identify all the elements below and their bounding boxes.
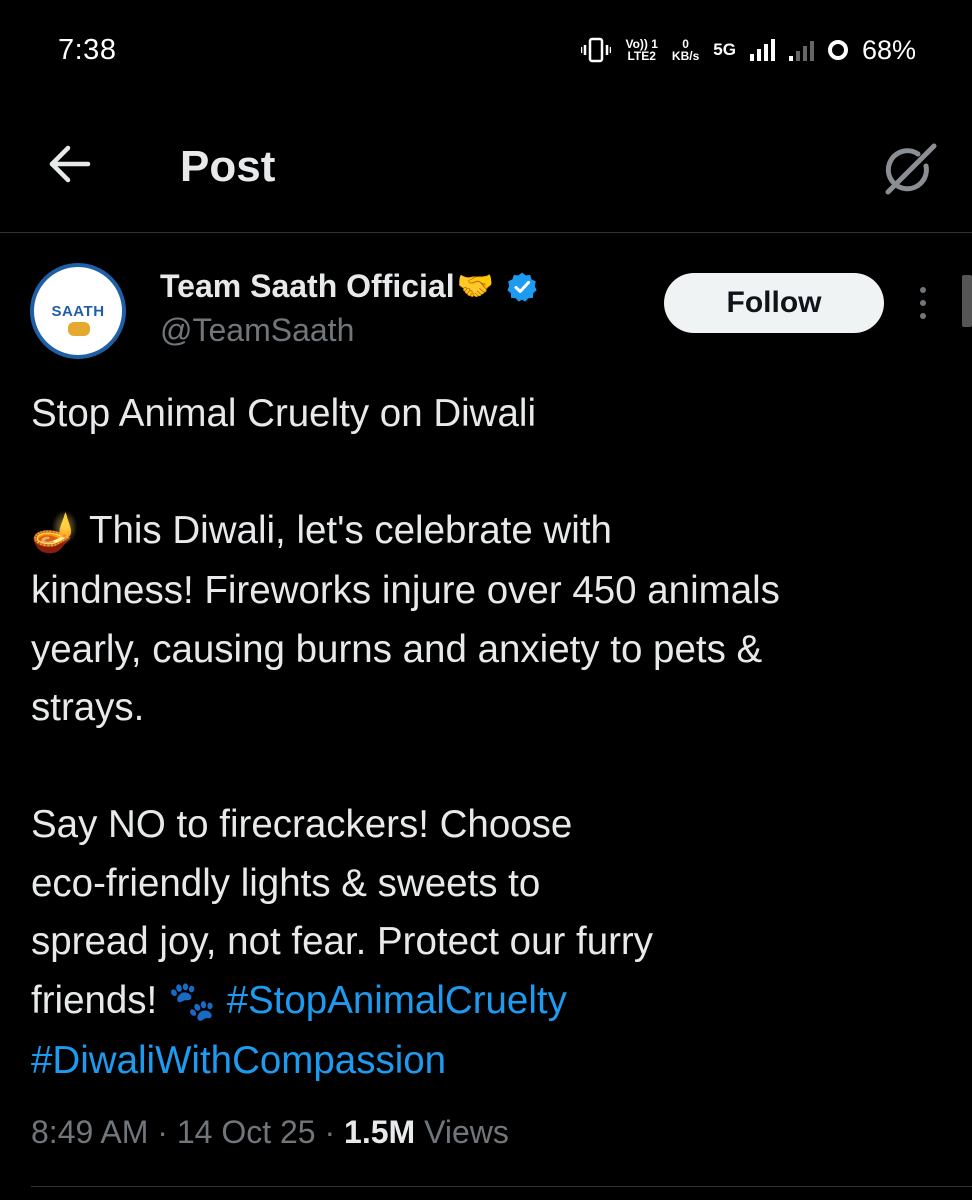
back-button[interactable]	[44, 138, 96, 190]
top-app-bar: Post	[0, 110, 972, 232]
avatar[interactable]: SAATH	[30, 263, 126, 359]
vibrate-icon	[581, 37, 612, 63]
network-type: 5G	[713, 40, 736, 59]
grok-icon	[885, 143, 937, 195]
arrow-left-icon	[49, 145, 91, 183]
status-bar: 7:38 Vo)) 1 LTE2 0 KB/s 5G 68%	[0, 0, 972, 100]
handshake-emoji: 🤝	[456, 270, 494, 303]
status-icons: Vo)) 1 LTE2 0 KB/s 5G 68%	[581, 30, 916, 70]
post-line: strays.	[31, 686, 145, 730]
author-name-row[interactable]: Team Saath Official 🤝	[160, 268, 538, 305]
post-line: Say NO to firecrackers! Choose	[31, 803, 573, 847]
grok-button[interactable]	[880, 140, 940, 200]
post-time[interactable]: 8:49 AM	[31, 1114, 148, 1150]
network-speed: 0 KB/s	[671, 37, 700, 63]
post-line: kindness! Fireworks injure over 450 anim…	[31, 569, 780, 613]
page-title: Post	[180, 142, 276, 191]
diya-emoji: 🪔	[31, 510, 79, 554]
post-meta: 8:49 AM · 14 Oct 25 · 1.5M Views	[31, 1114, 509, 1150]
follow-button[interactable]: Follow	[664, 273, 884, 333]
hashtag-link[interactable]: #StopAnimalCruelty	[227, 979, 567, 1022]
post-line: friends! 🐾 #StopAnimalCruelty	[31, 972, 951, 1032]
more-dot-icon	[920, 287, 926, 293]
paw-prints-emoji: 🐾	[167, 980, 216, 1024]
header-divider	[0, 232, 972, 233]
post-screen: 7:38 Vo)) 1 LTE2 0 KB/s 5G 68% Post SAAT…	[0, 0, 972, 1200]
more-dot-icon	[920, 300, 926, 306]
signal-secondary-icon	[788, 39, 814, 61]
author-display-name: Team Saath Official	[160, 268, 455, 304]
verified-badge-icon	[507, 272, 537, 302]
status-time: 7:38	[58, 34, 117, 66]
post-line: spread joy, not fear. Protect our furry	[31, 920, 653, 964]
post-line: eco-friendly lights & sweets to	[31, 861, 541, 905]
post-text: Stop Animal Cruelty on Diwali 🪔 This Diw…	[31, 385, 951, 1090]
views-count[interactable]: 1.5M	[344, 1114, 415, 1150]
post-line: #DiwaliWithCompassion	[31, 1032, 951, 1091]
post-date[interactable]: 14 Oct 25	[177, 1114, 316, 1150]
views-label: Views	[415, 1114, 509, 1150]
meta-divider	[31, 1186, 972, 1187]
handshake-logo-icon	[68, 322, 90, 336]
more-dot-icon	[920, 313, 926, 319]
post-line: 🪔 This Diwali, let's celebrate with	[31, 502, 951, 562]
more-options-button[interactable]	[908, 282, 938, 326]
battery-percent: 68%	[861, 34, 916, 65]
volte-indicator: Vo)) 1 LTE2	[625, 37, 658, 63]
scrollbar[interactable]	[962, 275, 972, 327]
avatar-logo-text: SAATH	[51, 303, 105, 320]
signal-icon	[749, 39, 775, 61]
post-line: yearly, causing burns and anxiety to pet…	[31, 627, 763, 671]
hashtag-link[interactable]: #DiwaliWithCompassion	[31, 1039, 446, 1082]
author-handle[interactable]: @TeamSaath	[160, 312, 354, 349]
post-headline: Stop Animal Cruelty on Diwali	[31, 392, 536, 435]
battery-icon	[827, 40, 848, 60]
